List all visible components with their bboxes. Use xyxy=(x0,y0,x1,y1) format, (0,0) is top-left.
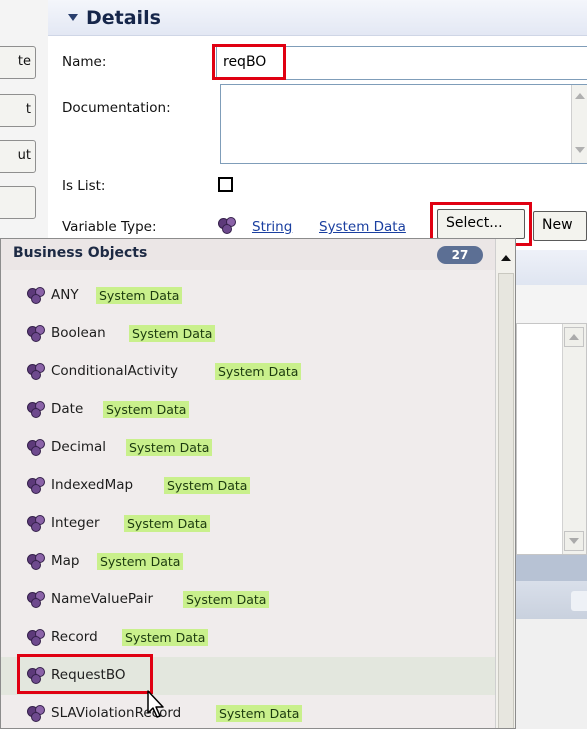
right-scroll-up-button[interactable] xyxy=(564,327,584,347)
list-item-conditionalactivity[interactable]: ConditionalActivity System Data xyxy=(1,353,495,391)
list-item-any[interactable]: ANY System Data xyxy=(1,277,495,315)
right-pane-bottom xyxy=(516,619,587,729)
business-object-icon xyxy=(27,667,46,684)
business-objects-scrollbar[interactable] xyxy=(495,239,515,728)
right-scroll-down-button[interactable] xyxy=(564,531,584,551)
left-button-2[interactable]: t xyxy=(0,94,36,127)
business-object-icon xyxy=(27,287,46,304)
left-button-3[interactable]: ut xyxy=(0,140,36,173)
details-title: Details xyxy=(86,7,161,29)
business-objects-header: Business Objects 27 xyxy=(1,239,495,270)
is-list-label: Is List: xyxy=(62,178,106,194)
system-data-tag: System Data xyxy=(126,439,213,456)
scroll-down-arrow-icon[interactable] xyxy=(575,147,585,153)
right-pane-tab[interactable] xyxy=(571,591,587,611)
business-object-icon xyxy=(27,705,46,722)
business-object-icon xyxy=(27,401,46,418)
system-data-tag: System Data xyxy=(183,591,270,608)
is-list-checkbox[interactable] xyxy=(218,177,233,192)
item-name: Integer xyxy=(51,515,100,531)
business-object-icon xyxy=(27,363,46,380)
system-data-tag: System Data xyxy=(96,287,183,304)
list-item-slaviolationrecord[interactable]: SLAViolationRecord System Data xyxy=(1,695,495,728)
list-item-date[interactable]: Date System Data xyxy=(1,391,495,429)
system-data-tag: System Data xyxy=(164,477,251,494)
variable-type-system-data-link[interactable]: System Data xyxy=(319,219,406,235)
item-name: RequestBO xyxy=(51,667,126,683)
list-item-decimal[interactable]: Decimal System Data xyxy=(1,429,495,467)
right-pane-toolbar xyxy=(516,285,587,323)
list-item-map[interactable]: Map System Data xyxy=(1,543,495,581)
list-item-requestbo[interactable]: RequestBO xyxy=(1,657,495,695)
scrollbar-thumb[interactable] xyxy=(498,273,514,728)
business-objects-list: ANY System Data Boolean System Data Cond… xyxy=(1,277,495,728)
screenshot-stage: te t ut Details Name: reqBO Documentatio… xyxy=(0,0,587,729)
details-section-header[interactable]: Details xyxy=(48,0,587,36)
documentation-label: Documentation: xyxy=(62,100,171,116)
business-object-icon xyxy=(27,325,46,342)
business-object-icon xyxy=(27,477,46,494)
item-name: Date xyxy=(51,401,84,417)
documentation-textarea[interactable] xyxy=(220,84,587,164)
business-object-icon xyxy=(27,515,46,532)
business-object-icon xyxy=(27,629,46,646)
system-data-tag: System Data xyxy=(215,363,302,380)
list-item-indexedmap[interactable]: IndexedMap System Data xyxy=(1,467,495,505)
list-item-integer[interactable]: Integer System Data xyxy=(1,505,495,543)
item-name: NameValuePair xyxy=(51,591,154,607)
system-data-tag: System Data xyxy=(122,629,209,646)
new-button[interactable]: New xyxy=(533,211,587,241)
system-data-tag: System Data xyxy=(103,401,190,418)
list-item-namevaluepair[interactable]: NameValuePair System Data xyxy=(1,581,495,619)
item-name: Boolean xyxy=(51,325,106,341)
item-name: ConditionalActivity xyxy=(51,363,178,379)
business-objects-count-badge: 27 xyxy=(437,246,483,264)
right-pane-divider xyxy=(516,555,587,581)
system-data-tag: System Data xyxy=(124,515,211,532)
item-name: IndexedMap xyxy=(51,477,134,493)
business-object-icon xyxy=(27,591,46,608)
scroll-up-arrow-icon[interactable] xyxy=(496,249,515,269)
name-label: Name: xyxy=(62,54,107,70)
variable-type-label: Variable Type: xyxy=(62,219,157,235)
scroll-up-arrow-icon[interactable] xyxy=(575,93,585,99)
item-name: Record xyxy=(51,629,98,645)
documentation-scrollbar[interactable] xyxy=(571,85,587,163)
business-object-icon xyxy=(218,217,237,234)
business-object-icon xyxy=(27,439,46,456)
system-data-tag: System Data xyxy=(129,325,216,342)
business-objects-popup: Business Objects 27 ANY System Data Bool… xyxy=(0,238,516,729)
right-pane-scrollbar[interactable] xyxy=(562,324,586,554)
triangle-down-icon[interactable] xyxy=(68,14,78,21)
right-pane-tabbar xyxy=(516,581,587,619)
system-data-tag: System Data xyxy=(216,705,303,722)
name-input[interactable]: reqBO xyxy=(216,46,587,80)
list-item-record[interactable]: Record System Data xyxy=(1,619,495,657)
variable-type-link[interactable]: String xyxy=(252,219,292,235)
business-object-icon xyxy=(27,553,46,570)
list-item-boolean[interactable]: Boolean System Data xyxy=(1,315,495,353)
select-button[interactable]: Select... xyxy=(437,209,525,239)
item-name: ANY xyxy=(51,287,79,303)
system-data-tag: System Data xyxy=(97,553,184,570)
item-name: Map xyxy=(51,553,80,569)
right-pane-header xyxy=(516,250,587,285)
item-name: Decimal xyxy=(51,439,107,455)
left-button-4[interactable] xyxy=(0,186,36,219)
right-pane-list xyxy=(516,323,587,555)
left-button-1[interactable]: te xyxy=(0,46,36,79)
mouse-pointer-icon xyxy=(147,690,164,718)
business-objects-title: Business Objects xyxy=(13,245,148,261)
